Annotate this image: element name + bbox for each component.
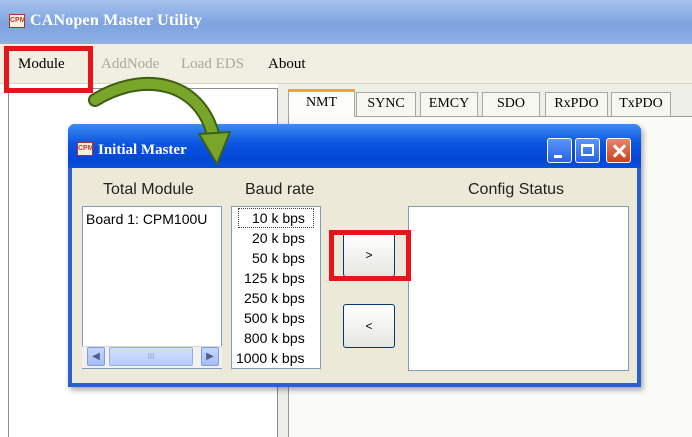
annotation-arrow xyxy=(88,76,231,165)
